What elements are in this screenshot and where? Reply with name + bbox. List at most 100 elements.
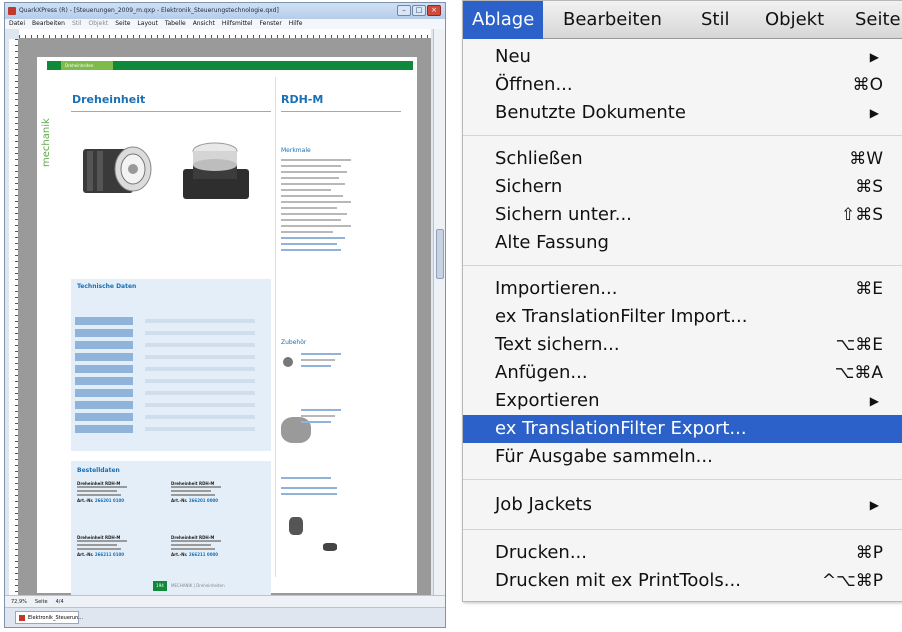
vertical-ruler[interactable] [9, 39, 19, 595]
menu-item-importieren[interactable]: Importieren... ⌘E [463, 275, 902, 303]
menu-hilfsmittel[interactable]: Hilfsmittel [222, 20, 253, 29]
order-item-number: 266201 0100 [94, 498, 125, 503]
menu-item-sichern-unter[interactable]: Sichern unter... ⇧⌘S [463, 201, 902, 229]
feature-line [281, 219, 341, 221]
menu-item-oeffnen[interactable]: Öffnen... ⌘O [463, 71, 902, 99]
menu-item-label: Für Ausgabe sammeln... [495, 446, 713, 467]
menubar-objekt[interactable]: Objekt [765, 1, 824, 39]
menu-datei[interactable]: Datei [9, 20, 25, 29]
menu-item-label: ex TranslationFilter Export... [495, 418, 747, 439]
horizontal-ruler[interactable] [19, 29, 431, 39]
close-button[interactable]: × [427, 5, 441, 16]
page-field[interactable]: 4/4 [56, 599, 64, 607]
menu-item-text-sichern[interactable]: Text sichern... ⌥⌘E [463, 331, 902, 359]
page-footer-text: MECHANIK | Dreheinheiten [171, 583, 225, 588]
feature-line [281, 195, 343, 197]
menu-item-anfuegen[interactable]: Anfügen... ⌥⌘A [463, 359, 902, 387]
order-item-number: 266211 0000 [188, 552, 219, 557]
mac-menubar: Ablage Bearbeiten Stil Objekt Seite [463, 1, 902, 39]
menubar-ablage[interactable]: Ablage [463, 1, 544, 39]
menu-item-drucken[interactable]: Drucken... ⌘P [463, 539, 902, 567]
accessory-line [301, 415, 335, 417]
menu-item-label: ex TranslationFilter Import... [495, 306, 748, 327]
menu-seite[interactable]: Seite [115, 20, 130, 29]
menu-item-shortcut: ^⌥⌘P [821, 571, 883, 591]
menu-objekt[interactable]: Objekt [88, 20, 108, 29]
tech-row [75, 401, 267, 409]
section-title-tech: Technische Daten [77, 283, 137, 290]
menu-item-neu[interactable]: Neu ▶ [463, 43, 902, 71]
menu-item-label: Schließen [495, 148, 583, 169]
menubar-stil[interactable]: Stil [701, 1, 730, 39]
document-page[interactable]: Dreheinheiten mechanik Dreheinheit RDH-M [37, 57, 417, 595]
order-item-art-label: Art.-Nr. [171, 498, 188, 503]
menu-item-sichern[interactable]: Sichern ⌘S [463, 173, 902, 201]
menubar: Datei Bearbeiten Stil Objekt Seite Layou… [5, 19, 445, 29]
menu-item-label: Exportieren [495, 390, 600, 411]
menu-tabelle[interactable]: Tabelle [165, 20, 186, 29]
maximize-button[interactable]: □ [412, 5, 426, 16]
menu-item-job-jackets[interactable]: Job Jackets ▶ [463, 491, 902, 519]
minimize-button[interactable]: – [397, 5, 411, 16]
column-guide [275, 77, 276, 577]
tech-row [75, 317, 267, 325]
menubar-seite[interactable]: Seite [855, 1, 901, 39]
section-title-order: Bestelldaten [77, 467, 120, 474]
feature-line [281, 249, 341, 251]
window-titlebar[interactable]: QuarkXPress (R) - [Steuerungen_2009_m.qx… [5, 3, 445, 19]
accessory-line [301, 353, 341, 355]
order-item-name: Dreheinheit RDH-M [77, 481, 121, 486]
menu-item-alte-fassung[interactable]: Alte Fassung [463, 229, 902, 257]
quarkxpress-window: QuarkXPress (R) - [Steuerungen_2009_m.qx… [4, 2, 446, 628]
feature-line [281, 231, 333, 233]
menubar-bearbeiten[interactable]: Bearbeiten [563, 1, 662, 39]
menu-ansicht[interactable]: Ansicht [193, 20, 215, 29]
accessory-image[interactable] [283, 357, 293, 367]
document-tab[interactable]: Elektronik_Steuerun... [15, 611, 83, 624]
feature-line [281, 225, 351, 227]
menu-item-fuer-ausgabe-sammeln[interactable]: Für Ausgabe sammeln... [463, 443, 902, 471]
feature-line [281, 189, 331, 191]
menu-item-shortcut: ⌥⌘E [835, 335, 883, 355]
tech-row [75, 329, 267, 337]
menu-item-translationfilter-export[interactable]: ex TranslationFilter Export... [463, 415, 902, 443]
accessory-image[interactable] [323, 543, 337, 551]
product-image-rdh-m[interactable] [175, 135, 257, 207]
order-item-name: Dreheinheit RDH-M [171, 535, 215, 540]
accessory-line [281, 477, 331, 479]
menu-item-shortcut: ⌘S [855, 177, 883, 197]
menu-item-exportieren[interactable]: Exportieren ▶ [463, 387, 902, 415]
menu-item-label: Text sichern... [495, 334, 620, 355]
pasteboard[interactable]: Dreheinheiten mechanik Dreheinheit RDH-M [19, 39, 431, 595]
menu-bearbeiten[interactable]: Bearbeiten [32, 20, 65, 29]
menu-separator [463, 265, 902, 266]
menu-item-benutzte-dokumente[interactable]: Benutzte Dokumente ▶ [463, 99, 902, 127]
feature-line [281, 177, 339, 179]
mac-menu-window: Ablage Bearbeiten Stil Objekt Seite Neu … [462, 0, 902, 602]
menu-item-drucken-mit-printtools[interactable]: Drucken mit ex PrintTools... ^⌥⌘P [463, 567, 902, 595]
menu-item-schliessen[interactable]: Schließen ⌘W [463, 145, 902, 173]
accessory-image[interactable] [289, 517, 303, 535]
order-item: Dreheinheit RDH-M Art.-Nr. 266211 0000 [171, 535, 241, 557]
menu-item-translationfilter-import[interactable]: ex TranslationFilter Import... [463, 303, 902, 331]
menu-layout[interactable]: Layout [137, 20, 157, 29]
document-icon [19, 615, 25, 621]
product-image-dreheinheit[interactable] [77, 129, 157, 201]
vertical-scrollbar[interactable] [433, 29, 445, 595]
zoom-field[interactable]: 72,9% [11, 599, 27, 607]
menu-item-label: Öffnen... [495, 74, 573, 95]
page-header-tab: Dreheinheiten [61, 61, 113, 70]
menu-fenster[interactable]: Fenster [260, 20, 282, 29]
accessory-line [281, 493, 337, 495]
menu-item-shortcut: ⌘O [852, 75, 883, 95]
feature-line [281, 243, 337, 245]
scrollbar-thumb[interactable] [436, 229, 444, 279]
menu-hilfe[interactable]: Hilfe [289, 20, 303, 29]
feature-line [281, 171, 347, 173]
order-item-number: 266201 0000 [188, 498, 219, 503]
feature-line [281, 159, 351, 161]
menu-item-shortcut: ⇧⌘S [840, 205, 883, 225]
page-label: Seite [34, 599, 48, 605]
menu-stil[interactable]: Stil [72, 20, 82, 29]
page-side-label: mechanik [41, 87, 52, 167]
